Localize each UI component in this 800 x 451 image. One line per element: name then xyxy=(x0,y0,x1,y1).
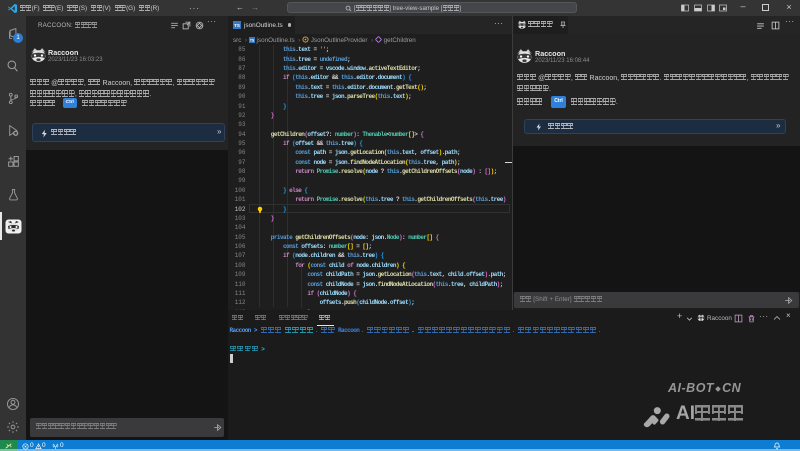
svg-text:TS: TS xyxy=(250,38,255,42)
svg-text:TS: TS xyxy=(234,23,240,28)
